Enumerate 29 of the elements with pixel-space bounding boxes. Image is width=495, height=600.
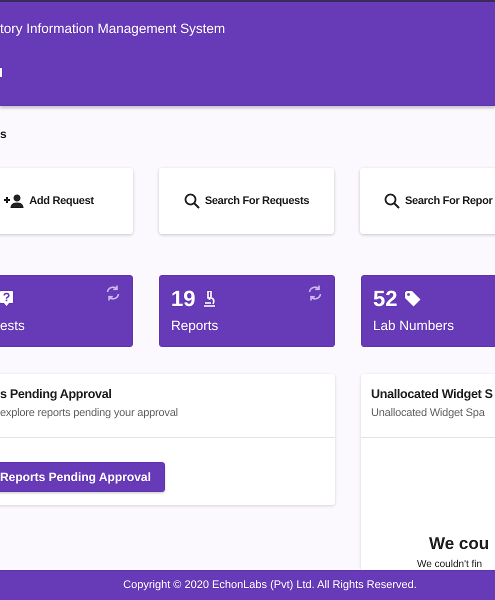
stat-label: Lab Numbers (373, 318, 456, 333)
search-icon (184, 193, 200, 209)
action-button[interactable]: Search For Repor (360, 168, 495, 234)
add-person-icon (4, 194, 24, 208)
action-button[interactable]: Add Request (0, 168, 133, 234)
tag-icon (405, 291, 422, 307)
refresh-icon[interactable] (105, 285, 121, 301)
empty-title: We cou (428, 534, 490, 554)
stat-value: 52 (373, 286, 398, 312)
stat-card[interactable]: ests (0, 275, 133, 347)
panel-title: Unallocated Widget S (371, 387, 494, 401)
empty-text: We couldn't fin (416, 559, 484, 570)
copyright-text: Copyright © 2020 EchonLabs (Pvt) Ltd. All Rights Reserved. (123, 579, 417, 591)
stat-value: 19 (171, 286, 196, 312)
action-button[interactable]: Search For Requests (159, 168, 334, 234)
microscope-icon (203, 291, 216, 307)
search-icon (384, 193, 400, 209)
stat-card[interactable]: 19 Reports (159, 275, 335, 347)
stat-card[interactable]: 52 Lab Numbers (361, 275, 495, 347)
refresh-icon[interactable] (307, 285, 323, 301)
app-title: tory Information Management System (0, 21, 226, 36)
help-icon (0, 291, 13, 307)
panel-subtitle: Unallocated Widget Spa (371, 407, 486, 419)
section-title: s (0, 126, 8, 143)
panel-title: s Pending Approval (0, 387, 113, 401)
panel-subtitle: explore reports pending your approval (0, 407, 179, 419)
view-button[interactable]: Reports Pending Approval (0, 462, 165, 492)
stat-label: ests (0, 318, 26, 333)
stat-label: Reports (171, 318, 220, 333)
